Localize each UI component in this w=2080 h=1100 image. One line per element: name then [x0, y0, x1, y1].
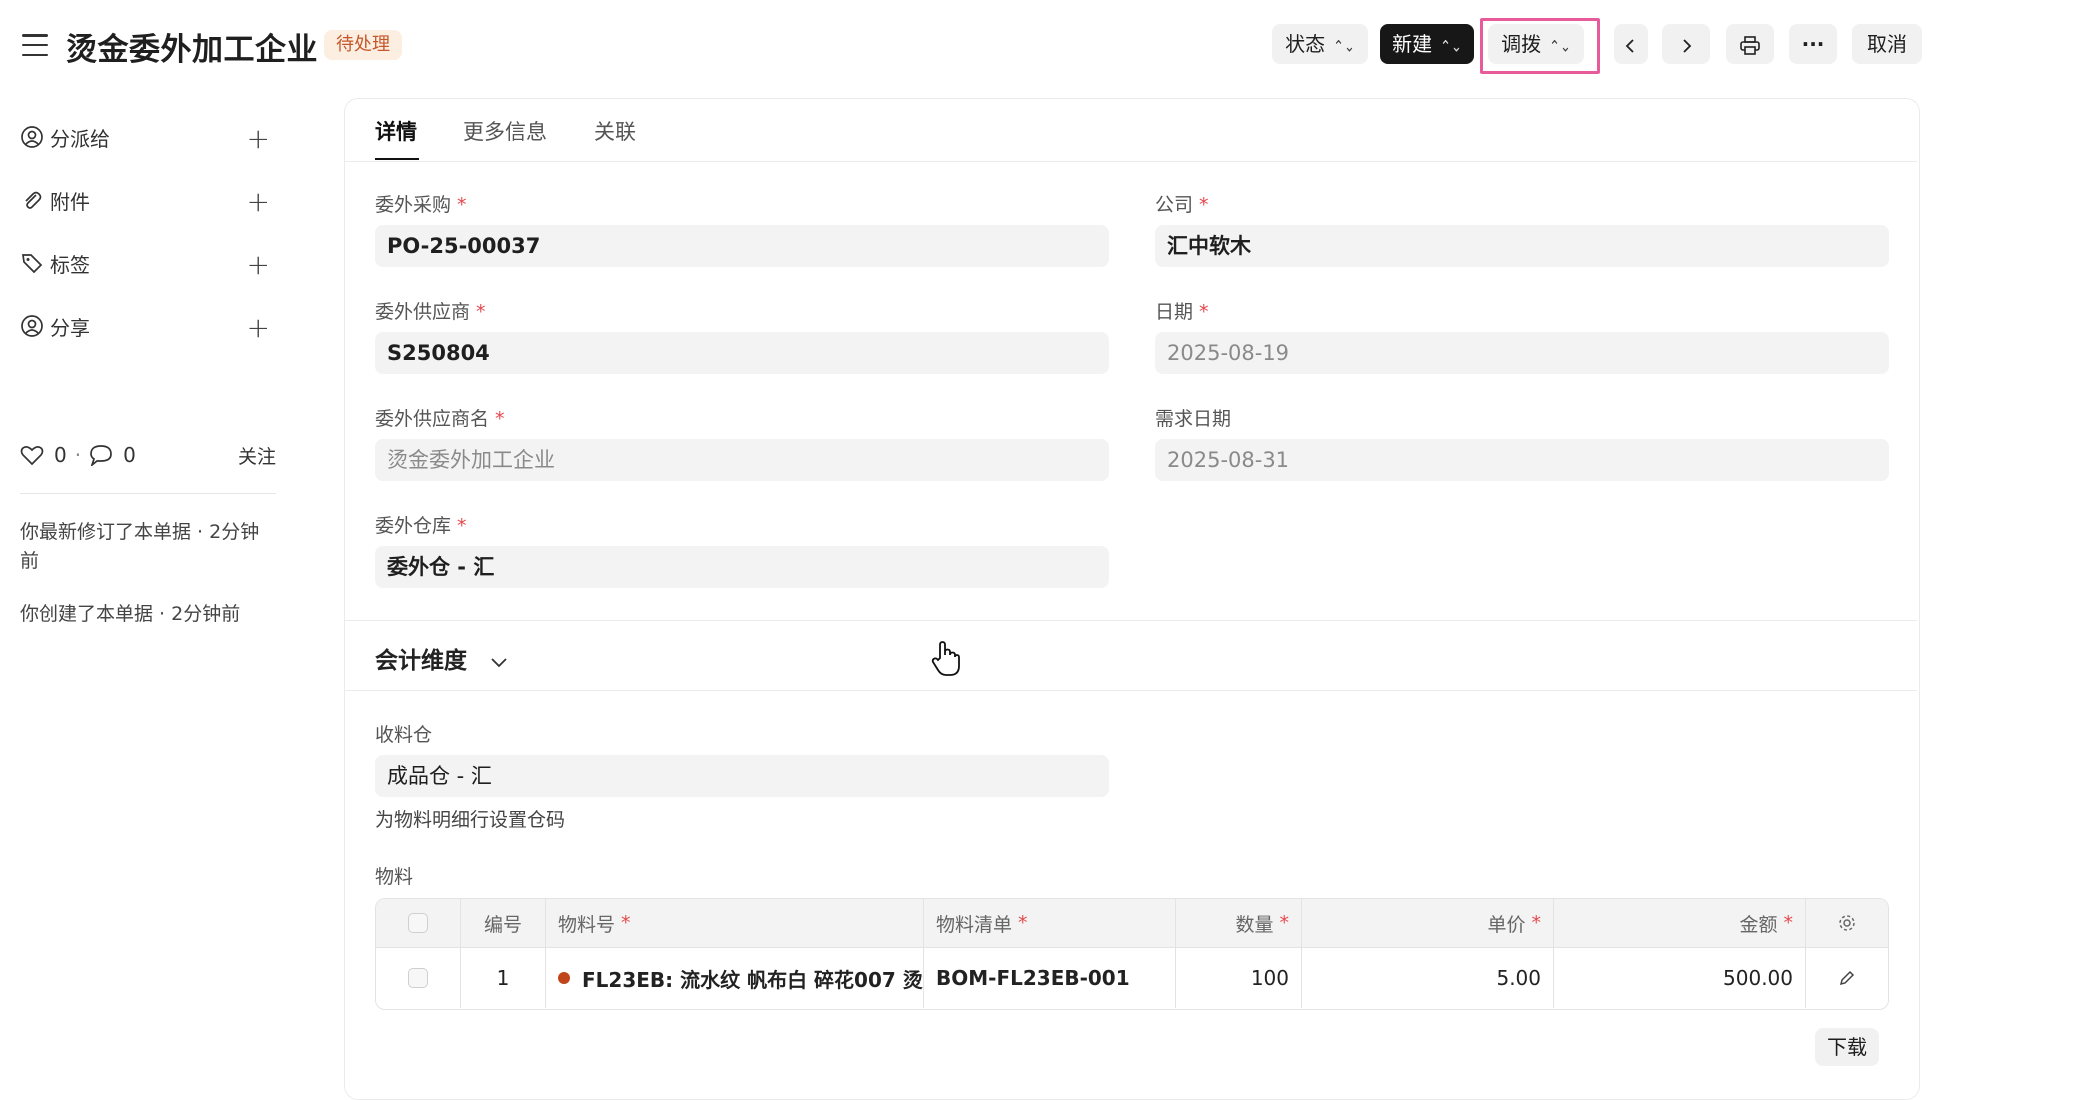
header-cell: 编号	[461, 899, 546, 947]
sidebar-item-label: 分派给	[50, 126, 110, 151]
status-dot	[558, 972, 570, 984]
active-tab-indicator	[375, 158, 419, 160]
sidebar-item-share: 分享 +	[20, 309, 270, 344]
date-label: 日期 *	[1155, 301, 1209, 323]
sidebar-item-attachments: 附件 +	[20, 183, 270, 218]
supplier-field[interactable]: S250804	[375, 332, 1109, 374]
row-rate[interactable]: 5.00	[1302, 948, 1554, 1008]
transfer-highlight-box	[1480, 18, 1600, 74]
sidebar-item-label: 分享	[50, 315, 90, 340]
receiving-label: 收料仓	[375, 724, 433, 746]
section-divider	[345, 620, 1917, 621]
row-qty[interactable]: 100	[1176, 948, 1302, 1008]
status-dropdown-button[interactable]: 状态 ⌃⌄	[1272, 24, 1368, 64]
chevron-updown-icon: ⌃⌄	[1440, 38, 1462, 57]
row-checkbox[interactable]	[408, 968, 428, 988]
add-tag-button[interactable]: +	[247, 248, 270, 281]
header-cell	[376, 899, 461, 947]
next-button[interactable]	[1662, 24, 1710, 64]
tab-divider	[345, 161, 1917, 162]
sidebar-item-label: 标签	[50, 252, 90, 277]
activity-item: 你创建了本单据 · 2分钟前	[20, 603, 241, 625]
comments-count: 0	[123, 443, 136, 467]
company-label: 公司 *	[1155, 194, 1209, 216]
section-divider	[345, 690, 1917, 691]
tab-connections[interactable]: 关联	[594, 116, 636, 146]
sidebar-item-label: 附件	[50, 189, 90, 214]
share-user-icon	[20, 313, 46, 339]
section-title: 会计维度	[375, 648, 467, 674]
chevron-left-icon	[1625, 38, 1634, 53]
header-cell: 物料号 *	[546, 899, 924, 947]
gear-icon	[1839, 915, 1855, 931]
supplier-label: 委外供应商 *	[375, 301, 486, 323]
row-item[interactable]: FL23EB: 流水纹 帆布白 碎花007 烫金	[546, 948, 924, 1008]
hand-cursor-icon	[930, 640, 962, 682]
cancel-button[interactable]: 取消	[1852, 24, 1922, 64]
status-button-label: 状态	[1285, 32, 1326, 56]
add-attachment-button[interactable]: +	[247, 185, 270, 218]
activity-item: 你最新修订了本单据 · 2分钟前	[20, 521, 260, 572]
printer-icon	[1740, 35, 1760, 55]
comment-icon[interactable]	[89, 444, 113, 466]
required-date-field[interactable]: 2025-08-31	[1155, 439, 1889, 481]
ellipsis-icon: ···	[1801, 32, 1825, 56]
required-date-label: 需求日期	[1155, 408, 1232, 430]
warehouse-label: 委外仓库 *	[375, 515, 467, 537]
likes-count: 0	[54, 443, 67, 467]
table-row[interactable]: 1 FL23EB: 流水纹 帆布白 碎花007 烫金 BOM-FL23EB-00…	[376, 948, 1888, 1008]
header-cell	[1806, 899, 1888, 947]
new-button-label: 新建	[1392, 32, 1433, 56]
paperclip-icon	[20, 187, 46, 213]
pencil-icon[interactable]	[1838, 969, 1856, 987]
po-label: 委外采购 *	[375, 194, 467, 216]
materials-table: 编号 物料号 * 物料清单 * 数量 * 单价 * 金额 * 1 FL23EB: 流水纹 …	[375, 898, 1889, 1010]
download-button[interactable]: 下载	[1815, 1028, 1879, 1066]
header-cell: 数量 *	[1176, 899, 1302, 947]
receiving-helper-text: 为物料明细行设置仓码	[375, 809, 566, 831]
tag-icon	[20, 250, 46, 276]
status-badge: 待处理	[324, 30, 402, 60]
row-no: 1	[461, 948, 546, 1008]
sidebar-divider	[20, 493, 276, 494]
po-field[interactable]: PO-25-00037	[375, 225, 1109, 267]
accounting-dimension-toggle[interactable]: 会计维度	[375, 641, 509, 675]
receiving-field[interactable]: 成品仓 - 汇	[375, 755, 1109, 797]
add-assign-button[interactable]: +	[247, 122, 270, 155]
chevron-down-icon	[491, 657, 507, 667]
row-amount: 500.00	[1554, 948, 1806, 1008]
print-button[interactable]	[1726, 24, 1774, 64]
header-cell: 金额 *	[1554, 899, 1806, 947]
page-title: 烫金委外加工企业	[66, 32, 318, 68]
header-cell: 单价 *	[1302, 899, 1554, 947]
follow-button[interactable]: 关注	[238, 442, 276, 469]
new-dropdown-button[interactable]: 新建 ⌃⌄	[1380, 24, 1474, 64]
assign-user-icon	[20, 124, 46, 150]
row-cell	[376, 948, 461, 1008]
header-cell: 物料清单 *	[924, 899, 1176, 947]
tab-details[interactable]: 详情	[375, 116, 417, 146]
heart-icon[interactable]	[20, 444, 44, 466]
sidebar-item-assign: 分派给 +	[20, 120, 270, 155]
warehouse-field[interactable]: 委外仓 - 汇	[375, 546, 1109, 588]
date-field[interactable]: 2025-08-19	[1155, 332, 1889, 374]
table-header: 编号 物料号 * 物料清单 * 数量 * 单价 * 金额 *	[376, 899, 1888, 948]
more-options-button[interactable]: ···	[1789, 24, 1837, 64]
previous-button[interactable]	[1614, 24, 1648, 64]
company-field[interactable]: 汇中软木	[1155, 225, 1889, 267]
supplier-name-field: 烫金委外加工企业	[375, 439, 1109, 481]
add-share-button[interactable]: +	[247, 311, 270, 344]
chevron-updown-icon: ⌃⌄	[1333, 38, 1355, 57]
chevron-right-icon	[1683, 38, 1692, 53]
materials-label: 物料	[375, 866, 414, 888]
menu-icon[interactable]	[22, 34, 48, 56]
select-all-checkbox[interactable]	[408, 913, 428, 933]
row-bom[interactable]: BOM-FL23EB-001	[924, 948, 1176, 1008]
tab-more-info[interactable]: 更多信息	[463, 116, 547, 146]
row-edit-cell	[1806, 948, 1888, 1008]
supplier-name-label: 委外供应商名 *	[375, 408, 505, 430]
sidebar-item-tags: 标签 +	[20, 246, 270, 281]
likes-comments-bar: 0 · 0 关注	[20, 442, 276, 469]
